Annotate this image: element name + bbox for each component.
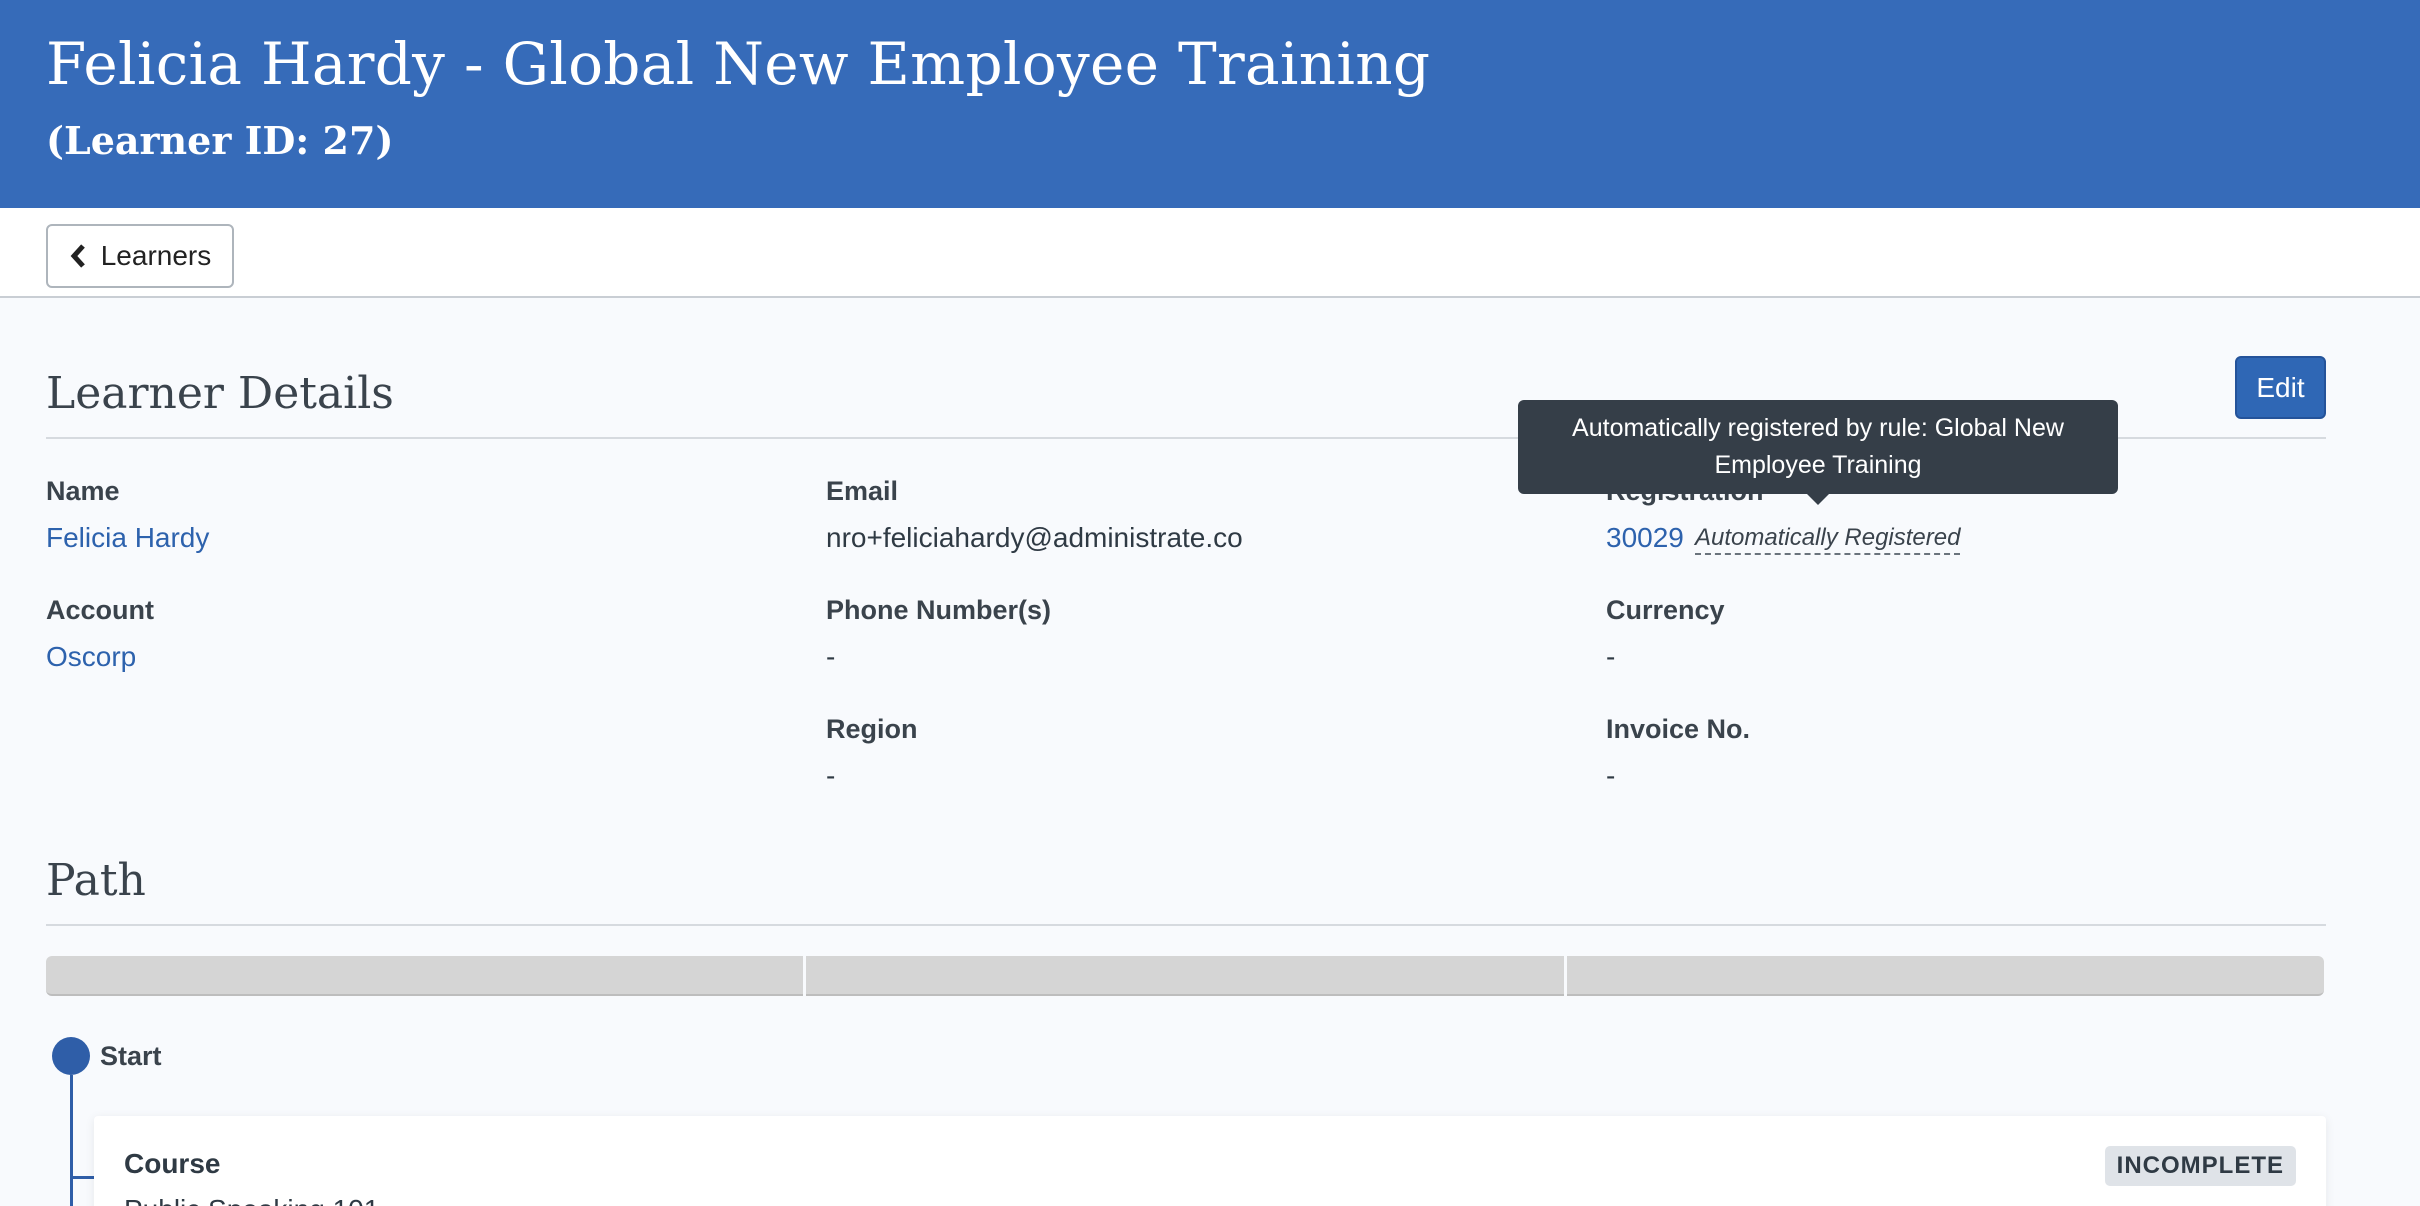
path-divider (46, 924, 2326, 926)
currency-label: Currency (1606, 595, 1725, 625)
phone-value: - (826, 641, 836, 672)
chevron-left-icon (70, 244, 85, 268)
region-value: - (826, 760, 836, 791)
invoice-value: - (1606, 760, 1616, 791)
path-heading: Path (46, 855, 146, 906)
page-header: Felicia Hardy - Global New Employee Trai… (0, 0, 2420, 208)
email-value: nro+feliciahardy@administrate.co (826, 522, 1243, 553)
phone-label: Phone Number(s) (826, 595, 1052, 625)
email-label: Email (826, 476, 899, 506)
timeline-connector (70, 1176, 94, 1179)
registration-id-link[interactable]: 30029 (1606, 522, 1684, 554)
toolbar: Learners (0, 208, 2420, 298)
start-label: Start (100, 1041, 162, 1071)
account-label: Account (46, 595, 154, 625)
start-node-icon (52, 1037, 90, 1075)
path-item-type: Course (124, 1148, 221, 1179)
region-label: Region (826, 714, 918, 744)
learner-details-heading: Learner Details (46, 368, 394, 419)
account-link[interactable]: Oscorp (46, 641, 136, 673)
page-title: Felicia Hardy - Global New Employee Trai… (46, 30, 1431, 98)
back-to-learners-button[interactable]: Learners (46, 224, 234, 288)
auto-registered-note[interactable]: Automatically Registered (1695, 524, 1961, 555)
learner-id-subtitle: (Learner ID: 27) (46, 118, 394, 163)
progress-segment (806, 956, 1564, 996)
invoice-label: Invoice No. (1606, 714, 1751, 744)
currency-value: - (1606, 641, 1616, 672)
status-badge: INCOMPLETE (2104, 1146, 2296, 1186)
progress-segment (46, 956, 804, 996)
back-button-label: Learners (100, 240, 212, 271)
registration-tooltip: Automatically registered by rule: Global… (1518, 400, 2118, 494)
edit-button[interactable]: Edit (2235, 356, 2326, 419)
name-label: Name (46, 476, 120, 506)
timeline-line (70, 1075, 73, 1206)
path-item-name: Public Speaking 101 (124, 1194, 379, 1206)
learner-name-link[interactable]: Felicia Hardy (46, 522, 209, 554)
path-item-card[interactable]: Course Public Speaking 101 INCOMPLETE (94, 1116, 2326, 1206)
progress-segment (1566, 956, 2324, 996)
path-progress-bar (46, 956, 2324, 996)
tooltip-arrow (1806, 493, 1830, 505)
